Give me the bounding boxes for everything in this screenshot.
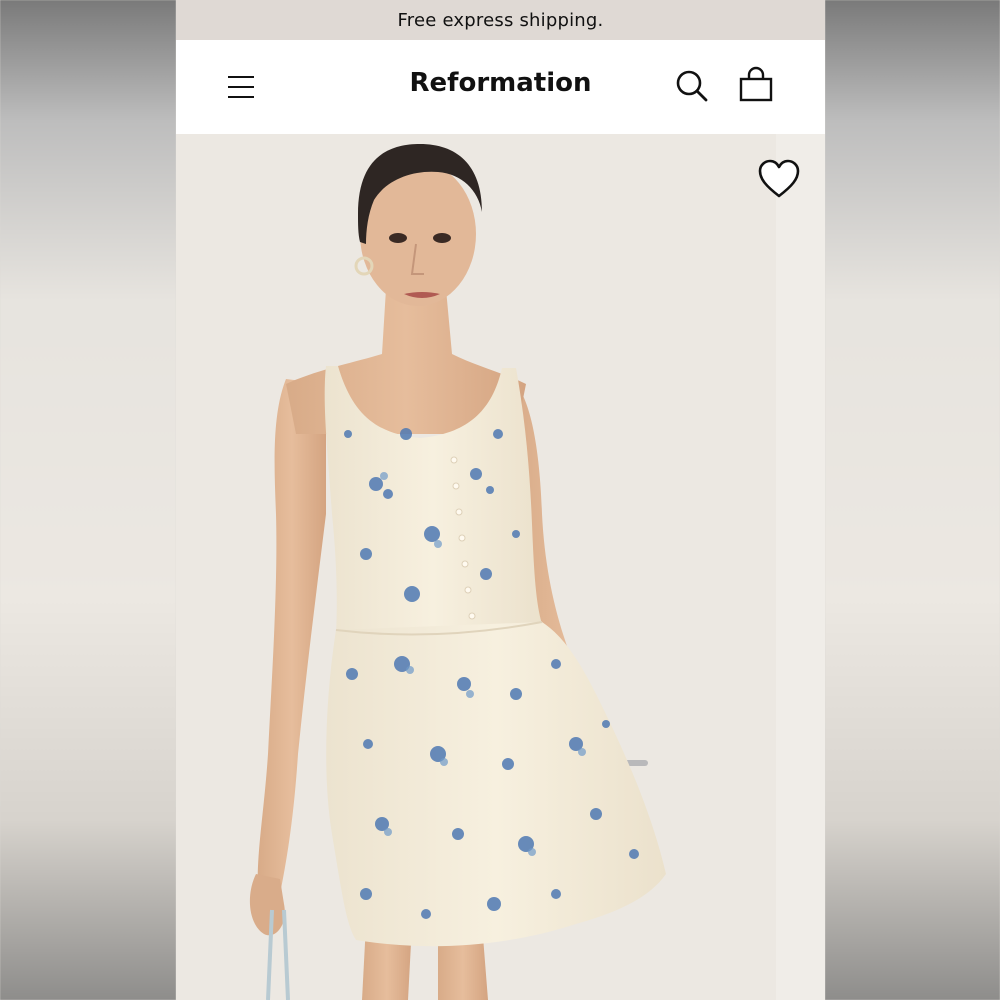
shopping-bag-icon bbox=[739, 66, 773, 102]
product-image[interactable] bbox=[176, 134, 825, 1000]
blurred-backdrop-right bbox=[825, 0, 1000, 1000]
shipping-banner: Free express shipping. bbox=[176, 0, 825, 40]
site-header: Reformation bbox=[176, 40, 825, 134]
mobile-screen: Free express shipping. Reformation bbox=[176, 0, 825, 1000]
bag-button[interactable] bbox=[736, 66, 776, 106]
heart-icon bbox=[758, 159, 800, 198]
search-icon bbox=[676, 70, 708, 102]
blurred-backdrop-left bbox=[0, 0, 176, 1000]
product-photo bbox=[176, 134, 825, 1000]
search-button[interactable] bbox=[672, 66, 712, 106]
wishlist-button[interactable] bbox=[756, 158, 802, 200]
brand-logo[interactable]: Reformation bbox=[176, 68, 825, 98]
shipping-banner-text: Free express shipping. bbox=[397, 9, 604, 31]
